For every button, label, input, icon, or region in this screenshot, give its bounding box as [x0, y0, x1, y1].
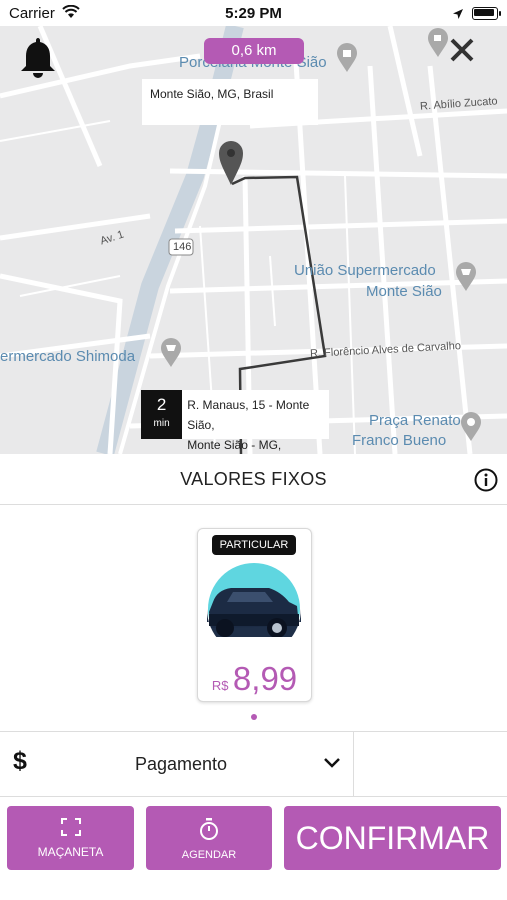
- shop-marker-icon[interactable]: [336, 43, 358, 78]
- schedule-label: AGENDAR: [181, 849, 237, 861]
- eta-block: 2 min: [141, 390, 183, 439]
- status-bar: Carrier 5:29 PM: [0, 0, 507, 26]
- map-label-146: 146: [173, 241, 192, 253]
- page-indicator-dot: [251, 714, 257, 720]
- origin-pin-icon[interactable]: [218, 140, 244, 191]
- clock: 5:29 PM: [225, 5, 282, 22]
- map-label-uniao-2: Monte Sião: [366, 283, 442, 300]
- stopwatch-icon: [146, 818, 272, 845]
- info-icon[interactable]: [474, 468, 498, 497]
- chevron-down-icon[interactable]: [323, 756, 341, 774]
- destination-address: R. Manaus, 15 - Monte Sião, Monte Sião -…: [182, 390, 329, 452]
- confirm-button[interactable]: CONFIRMAR: [284, 806, 501, 870]
- fixed-values-title: VALORES FIXOS: [180, 469, 327, 489]
- map-label-uniao-1: União Supermercado: [294, 262, 436, 279]
- currency-label: R$: [211, 678, 229, 693]
- location-arrow-icon: [452, 7, 464, 25]
- battery-icon: [472, 7, 498, 20]
- destination-address-line-2: Monte Sião - MG,: [187, 438, 282, 452]
- destination-box[interactable]: 2 min R. Manaus, 15 - Monte Sião, Monte …: [141, 390, 329, 452]
- cafe-marker-icon[interactable]: [427, 28, 449, 63]
- park-marker-icon[interactable]: [460, 412, 482, 447]
- scan-frame-icon: [7, 818, 134, 841]
- map-label-praca-1: Praça Renato: [369, 412, 461, 429]
- origin-address-box[interactable]: Monte Sião, MG, Brasil: [142, 79, 318, 125]
- vehicle-option-card[interactable]: PARTICULAR R$ 8,99: [197, 528, 312, 702]
- destination-address-line-1: R. Manaus, 15 - Monte Sião,: [187, 398, 310, 432]
- distance-badge: 0,6 km: [204, 38, 304, 64]
- fixed-values-header: VALORES FIXOS: [0, 454, 507, 505]
- map-view[interactable]: Porcelana Monte Sião R. Abílio Zucato Av…: [0, 26, 507, 454]
- payment-label: Pagamento: [135, 754, 228, 774]
- close-icon[interactable]: [448, 36, 476, 69]
- price-value: 8,99: [232, 660, 298, 697]
- map-label-shimoda: ermercado Shimoda: [0, 348, 136, 365]
- supermarket-marker-icon[interactable]: [455, 262, 477, 297]
- vehicle-category-badge: PARTICULAR: [212, 535, 296, 555]
- map-label-praca-2: Franco Bueno: [352, 432, 447, 449]
- handle-button[interactable]: MAÇANETA: [7, 806, 134, 870]
- payment-selector[interactable]: $ Pagamento: [0, 731, 507, 797]
- schedule-button[interactable]: AGENDAR: [146, 806, 272, 870]
- eta-value: 2: [156, 395, 167, 414]
- notification-bell-icon[interactable]: [20, 36, 56, 83]
- supermarket-marker-icon[interactable]: [160, 338, 182, 373]
- car-icon: [207, 562, 301, 666]
- fare-price: R$ 8,99: [198, 660, 311, 698]
- eta-unit: min: [153, 418, 170, 429]
- dollar-icon: $: [13, 747, 27, 775]
- handle-label: MAÇANETA: [37, 845, 104, 859]
